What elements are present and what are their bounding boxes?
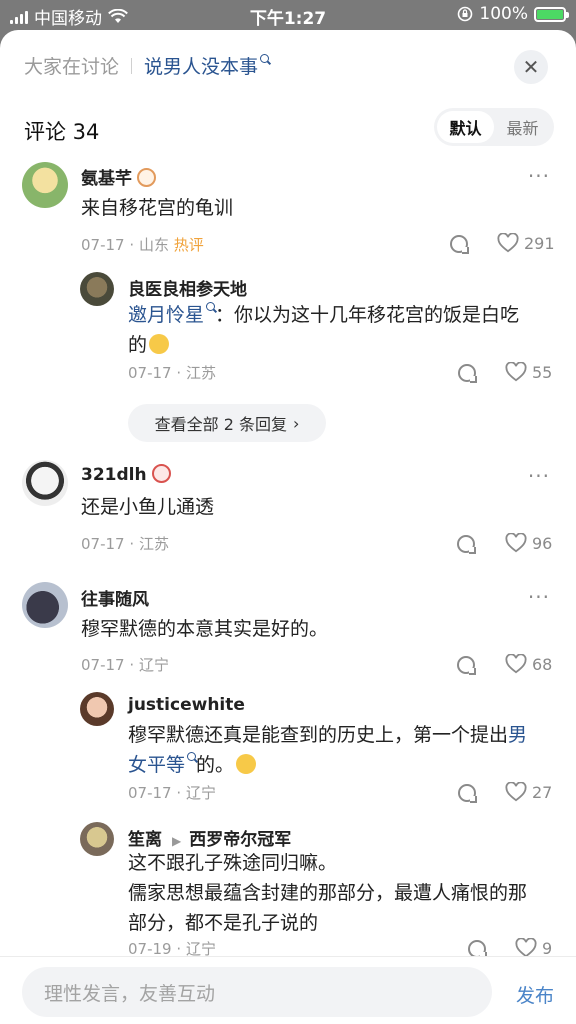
more-options-icon[interactable]: ··· xyxy=(528,585,550,609)
sort-default-tab[interactable]: 默认 xyxy=(437,111,494,143)
like-button[interactable]: 96 xyxy=(505,533,552,553)
comment-meta: 07-17 · 辽宁 xyxy=(81,656,169,674)
avatar[interactable] xyxy=(22,460,68,506)
like-button[interactable]: 68 xyxy=(505,654,552,674)
heart-icon xyxy=(505,533,527,553)
avatar[interactable] xyxy=(22,162,68,208)
more-options-icon[interactable]: ··· xyxy=(528,464,550,488)
heart-icon xyxy=(497,233,519,253)
publish-button[interactable]: 发布 xyxy=(516,981,554,1008)
emoji-icon xyxy=(236,754,257,774)
close-icon: ✕ xyxy=(522,55,540,79)
comment-author[interactable]: 往事随风 xyxy=(81,585,149,610)
reply-icon[interactable] xyxy=(450,235,469,254)
emoji-icon xyxy=(149,334,170,354)
heart-icon xyxy=(505,782,527,802)
comment-meta: 07-17 · 山东 热评 xyxy=(81,236,204,254)
comment-author[interactable]: 笙离 ▶ 西罗帝尔冠军 xyxy=(128,825,291,850)
more-options-icon[interactable]: ··· xyxy=(528,164,550,188)
comment-meta: 07-17 · 辽宁 xyxy=(128,784,216,802)
reply-icon[interactable] xyxy=(458,364,477,383)
comment-meta: 07-17 · 江苏 xyxy=(128,364,216,382)
heart-icon xyxy=(505,654,527,674)
like-button[interactable]: 291 xyxy=(497,233,555,253)
reply-icon[interactable] xyxy=(458,784,477,803)
comment-author[interactable]: 321dlh xyxy=(81,464,171,485)
comment-meta: 07-17 · 江苏 xyxy=(81,535,169,553)
battery-icon xyxy=(534,6,569,22)
level-badge-icon xyxy=(151,464,171,483)
search-icon xyxy=(260,54,270,63)
like-button[interactable]: 9 xyxy=(515,938,552,958)
avatar[interactable] xyxy=(80,272,114,306)
mention-link[interactable]: 女平等 xyxy=(128,752,197,776)
mention-link[interactable]: 邀月怜星 xyxy=(128,302,216,326)
comment-input-bar: 理性发言，友善互动 发布 xyxy=(0,956,576,1024)
orientation-lock-icon xyxy=(458,6,473,22)
avatar[interactable] xyxy=(22,582,68,628)
comment-content: 穆罕默德还真是能查到的历史上，第一个提出男 女平等 的。 xyxy=(128,724,528,776)
comment-input[interactable]: 理性发言，友善互动 xyxy=(22,967,492,1017)
comment-author[interactable]: 氨基芊 xyxy=(81,164,156,189)
comment-content: 这不跟孔子殊途同归嘛。 儒家思想最蕴含封建的那部分，最遭人痛恨的那 部分，都不是孔子… xyxy=(128,852,528,934)
view-all-replies-button[interactable]: 查看全部 2 条回复 › xyxy=(128,404,326,442)
mention-link[interactable]: 男 xyxy=(508,724,527,746)
sort-toggle: 默认 最新 xyxy=(434,108,554,146)
status-bar: 中国移动 下午1:27 100% xyxy=(0,0,576,30)
sort-latest-tab[interactable]: 最新 xyxy=(494,111,551,143)
comments-sheet: 大家在讨论 说男人没本事 ✕ 评论 34 默认 最新 氨基芊 ··· 来自移花宫… xyxy=(0,30,576,1024)
reply-to-user: 西罗帝尔冠军 xyxy=(189,830,292,850)
hot-tag: 热评 xyxy=(173,236,204,254)
reply-icon[interactable] xyxy=(457,656,476,675)
comment-author[interactable]: 良医良相参天地 xyxy=(128,275,247,300)
heart-icon xyxy=(505,362,527,382)
level-badge-icon xyxy=(137,168,156,187)
avatar[interactable] xyxy=(80,822,114,856)
chevron-right-icon: › xyxy=(292,413,300,433)
reply-icon[interactable] xyxy=(457,535,476,554)
avatar[interactable] xyxy=(80,692,114,726)
comment-content: 来自移花宫的龟训 xyxy=(81,197,234,219)
battery-percent: 100% xyxy=(479,4,528,24)
comment-content: 穆罕默德的本意其实是好的。 xyxy=(81,618,329,640)
divider xyxy=(131,57,133,74)
comment-content: 邀月怜星 ：你以为这十几年移花宫的饭是白吃的 xyxy=(128,302,520,356)
heart-icon xyxy=(515,938,537,958)
like-button[interactable]: 55 xyxy=(505,362,552,382)
comment-author[interactable]: justicewhite xyxy=(128,695,245,715)
topic-bar: 大家在讨论 说男人没本事 xyxy=(24,52,270,79)
close-button[interactable]: ✕ xyxy=(514,50,548,84)
topic-prefix: 大家在讨论 xyxy=(24,56,120,78)
like-button[interactable]: 27 xyxy=(505,782,552,802)
topic-link[interactable]: 说男人没本事 xyxy=(144,52,270,79)
reply-arrow-icon: ▶ xyxy=(172,834,182,848)
comment-content: 还是小鱼儿通透 xyxy=(81,496,215,518)
comments-title: 评论 34 xyxy=(24,120,100,144)
